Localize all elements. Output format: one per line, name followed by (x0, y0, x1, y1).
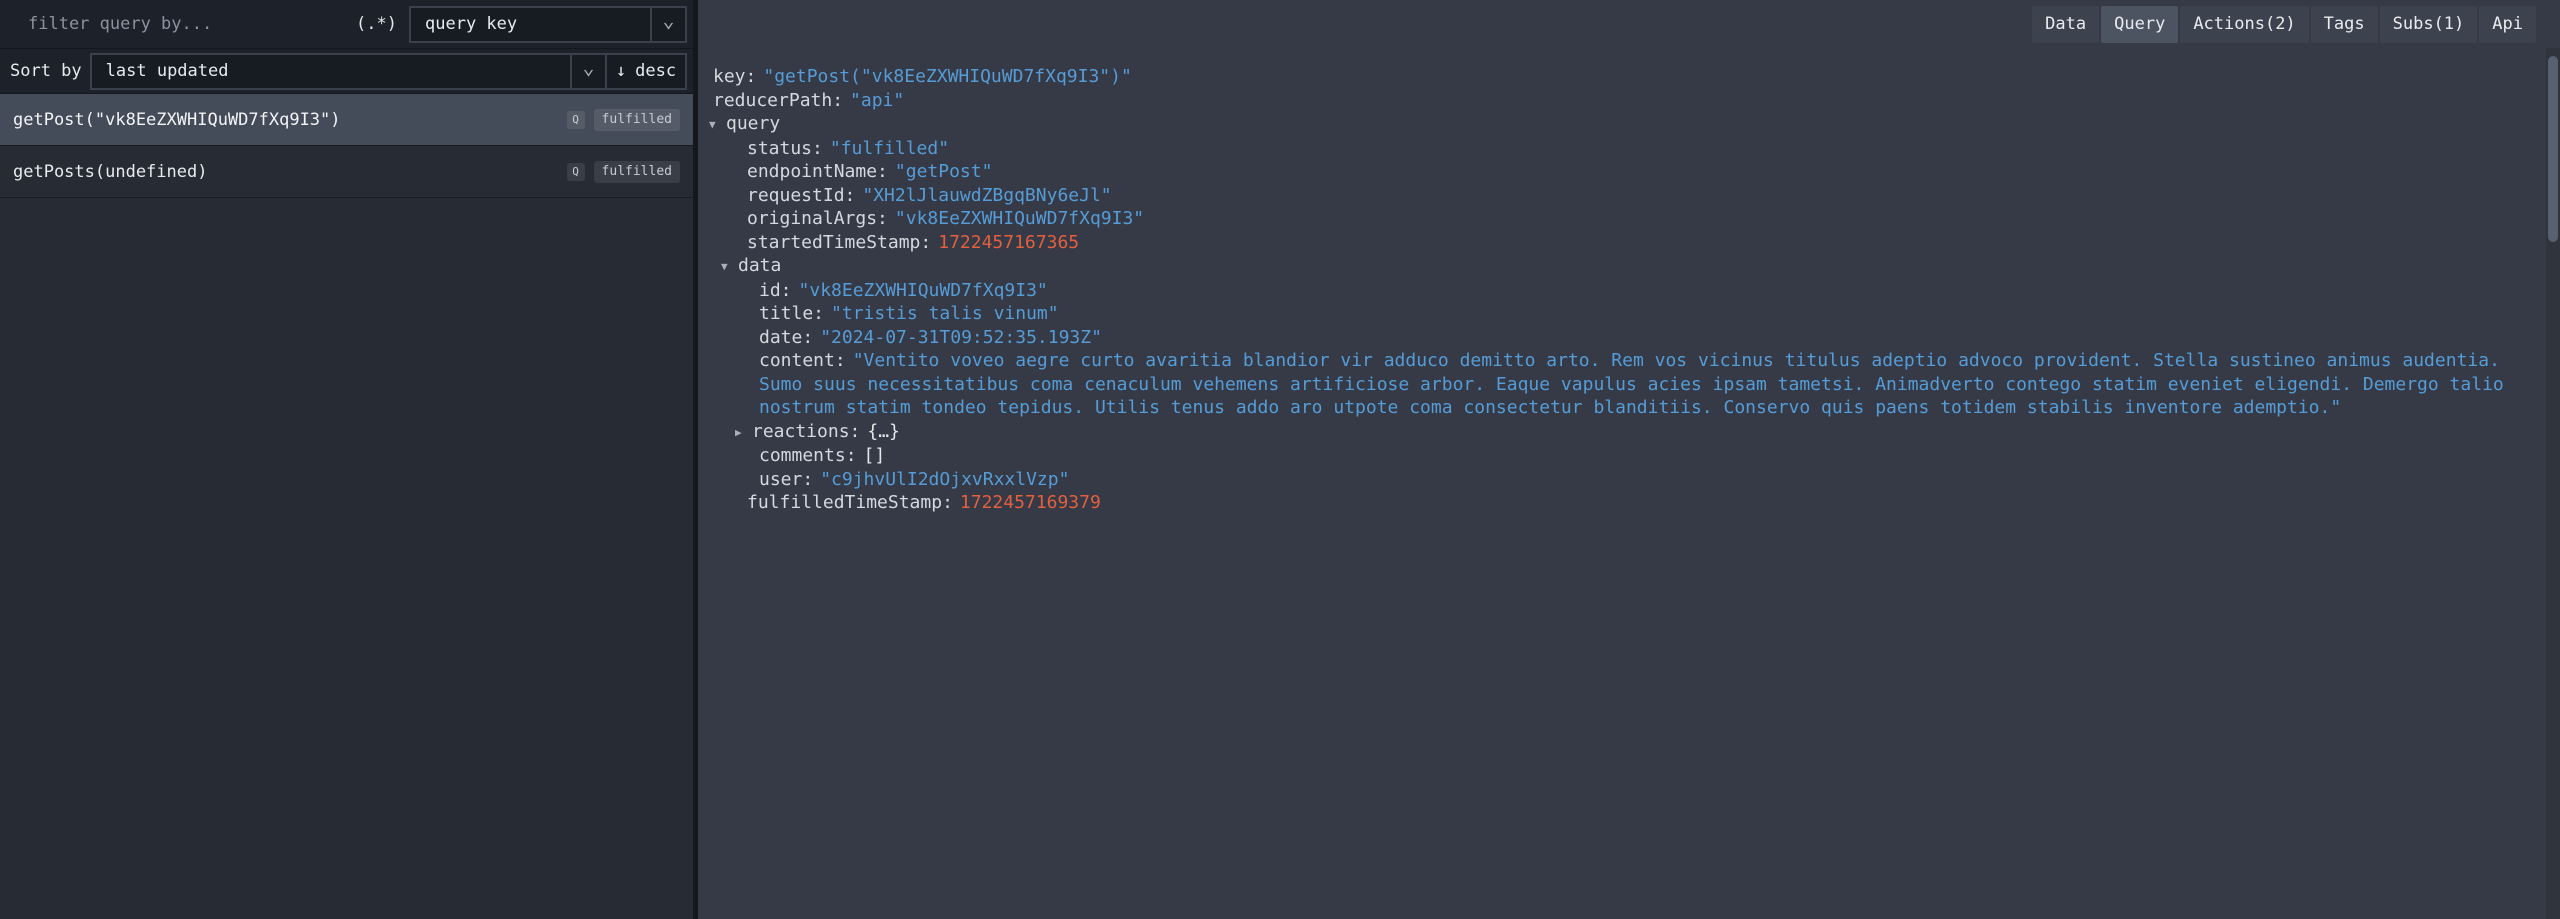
arrow-down-icon: ↓ (616, 61, 626, 81)
rtk-query-devtools: (.*) query key ⌄ Sort by last updated ⌄ … (0, 0, 2560, 919)
tree-key: id: (759, 280, 792, 301)
tree-row-endpoint-name: endpointName: "getPost" (713, 160, 2516, 184)
tab-data[interactable]: Data (2032, 6, 2099, 43)
tree-row-request-id: requestId: "XH2lJlauwdZBgqBNy6eJl" (713, 184, 2516, 208)
tab-actions[interactable]: Actions(2) (2180, 6, 2308, 43)
tree-key: status: (747, 138, 823, 159)
query-type-badge: Q (567, 163, 585, 181)
tree-value: "vk8EeZXWHIQuWD7fXq9I3" (895, 208, 1144, 229)
chevron-down-icon: ⌄ (570, 55, 605, 88)
tree-value: "getPost" (895, 161, 993, 182)
scrollbar-thumb[interactable] (2548, 56, 2558, 242)
tree-key: user: (759, 469, 813, 490)
tab-api[interactable]: Api (2479, 6, 2536, 43)
tree-value: [] (864, 445, 886, 466)
tree-row-title: title: "tristis talis vinum" (713, 302, 2516, 326)
tree-value: "2024-07-31T09:52:35.193Z" (820, 327, 1102, 348)
tree-key[interactable]: data (738, 255, 781, 276)
query-key-label: getPost("vk8EeZXWHIQuWD7fXq9I3") (13, 110, 341, 130)
tree-value: "vk8EeZXWHIQuWD7fXq9I3" (799, 280, 1048, 301)
tree-row-id: id: "vk8EeZXWHIQuWD7fXq9I3" (713, 279, 2516, 303)
tree-key: requestId: (747, 185, 855, 206)
tree-value: "getPost("vk8EeZXWHIQuWD7fXq9I3")" (763, 66, 1131, 87)
tree-key: content: (759, 350, 846, 371)
tab-query[interactable]: Query (2101, 6, 2178, 43)
status-badge: fulfilled (594, 109, 680, 131)
tree-row-fulfilled-time-stamp: fulfilledTimeStamp: 1722457169379 (713, 491, 2516, 515)
filter-by-select-value: query key (411, 8, 650, 41)
tree-key[interactable]: query (726, 113, 780, 134)
tab-subs[interactable]: Subs(1) (2380, 6, 2478, 43)
sort-by-select-value: last updated (92, 55, 570, 88)
tree-value: 1722457167365 (938, 232, 1079, 253)
tree-value: {…} (867, 421, 900, 442)
tree-value: "XH2lJlauwdZBgqBNy6eJl" (862, 185, 1111, 206)
scrollbar[interactable] (2546, 48, 2560, 919)
tree-row-started-time-stamp: startedTimeStamp: 1722457167365 (713, 231, 2516, 255)
tree-value: "api" (850, 90, 904, 111)
details-panel: Data Query Actions(2) Tags Subs(1) Api k… (698, 0, 2560, 919)
tree-row-data[interactable]: ▼data (713, 254, 2516, 279)
tree-row-user: user: "c9jhvUlI2dOjxvRxxlVzp" (713, 468, 2516, 492)
sort-bar: Sort by last updated ⌄ ↓ desc (0, 49, 693, 94)
tree-key: startedTimeStamp: (747, 232, 931, 253)
tree-row-content: content:"Ventito voveo aegre curto avari… (713, 349, 2516, 420)
query-list: getPost("vk8EeZXWHIQuWD7fXq9I3") Q fulfi… (0, 94, 693, 919)
tree-value: "fulfilled" (830, 138, 949, 159)
tree-row-reactions[interactable]: ▶reactions: {…} (713, 420, 2516, 445)
tree-key: date: (759, 327, 813, 348)
expander-open-icon[interactable]: ▼ (709, 113, 726, 137)
sort-order-label: desc (635, 61, 676, 81)
tree-key: key: (713, 66, 756, 87)
tree-row-original-args: originalArgs: "vk8EeZXWHIQuWD7fXq9I3" (713, 207, 2516, 231)
sort-order-button[interactable]: ↓ desc (605, 55, 685, 88)
query-list-item-get-post[interactable]: getPost("vk8EeZXWHIQuWD7fXq9I3") Q fulfi… (0, 94, 693, 146)
status-badge: fulfilled (594, 161, 680, 183)
expander-closed-icon[interactable]: ▶ (735, 421, 752, 445)
tree-value: 1722457169379 (960, 492, 1101, 513)
sort-controls: last updated ⌄ ↓ desc (90, 53, 687, 90)
badges: Q fulfilled (567, 109, 680, 131)
regex-toggle[interactable]: (.*) (356, 14, 397, 34)
tree-value: "Ventito voveo aegre curto avaritia blan… (759, 350, 2504, 418)
query-key-label: getPosts(undefined) (13, 162, 207, 182)
filter-input[interactable] (0, 14, 356, 34)
chevron-down-glyph: ⌄ (662, 8, 674, 32)
tree-key: fulfilledTimeStamp: (747, 492, 953, 513)
tree-key[interactable]: reactions: (752, 421, 860, 442)
tree-row-query[interactable]: ▼query (713, 112, 2516, 137)
sort-by-select[interactable]: last updated ⌄ (92, 55, 605, 88)
badges: Q fulfilled (567, 161, 680, 183)
tree-key: endpointName: (747, 161, 888, 182)
tree-row-status: status: "fulfilled" (713, 137, 2516, 161)
tree-value: "c9jhvUlI2dOjxvRxxlVzp" (820, 469, 1069, 490)
tree-row-reducer-path: reducerPath: "api" (713, 89, 2516, 113)
tree-key: originalArgs: (747, 208, 888, 229)
sort-by-label: Sort by (10, 61, 82, 81)
filter-by-select[interactable]: query key ⌄ (409, 6, 687, 43)
query-list-panel: (.*) query key ⌄ Sort by last updated ⌄ … (0, 0, 693, 919)
tree-key: title: (759, 303, 824, 324)
tree-key: comments: (759, 445, 857, 466)
tab-bar: Data Query Actions(2) Tags Subs(1) Api (698, 0, 2560, 48)
expander-open-icon[interactable]: ▼ (721, 255, 738, 279)
tab-tags[interactable]: Tags (2311, 6, 2378, 43)
chevron-down-glyph: ⌄ (582, 55, 594, 79)
tree-row-comments: comments: [] (713, 444, 2516, 468)
chevron-down-icon: ⌄ (650, 8, 685, 41)
tree-row-date: date: "2024-07-31T09:52:35.193Z" (713, 326, 2516, 350)
query-list-item-get-posts[interactable]: getPosts(undefined) Q fulfilled (0, 146, 693, 198)
tree-key: reducerPath: (713, 90, 843, 111)
tree-row-key: key: "getPost("vk8EeZXWHIQuWD7fXq9I3")" (713, 65, 2516, 89)
query-type-badge: Q (567, 111, 585, 129)
state-tree: key: "getPost("vk8EeZXWHIQuWD7fXq9I3")" r… (698, 48, 2560, 515)
filter-bar: (.*) query key ⌄ (0, 0, 693, 49)
tree-value: "tristis talis vinum" (831, 303, 1059, 324)
